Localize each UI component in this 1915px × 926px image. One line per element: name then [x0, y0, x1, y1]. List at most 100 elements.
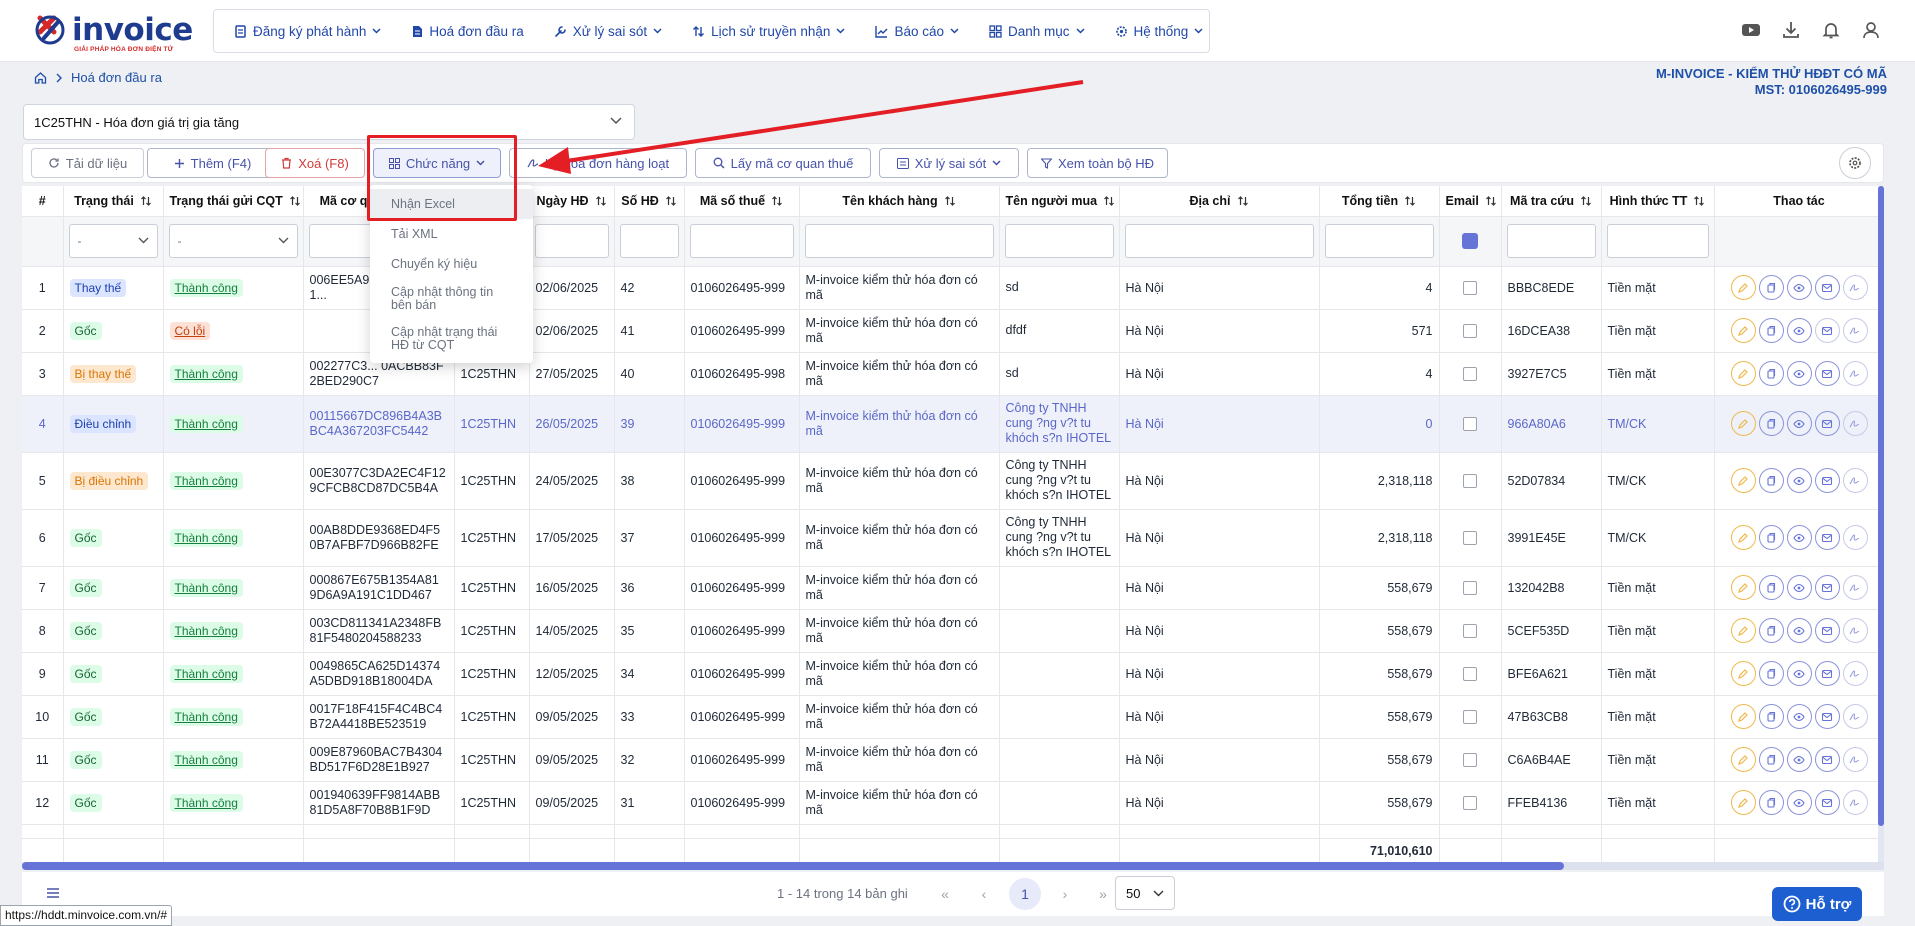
view-all-button[interactable]: Xem toàn bộ HĐ — [1027, 148, 1168, 178]
home-icon[interactable] — [34, 71, 47, 84]
horizontal-scroll-thumb[interactable] — [22, 862, 1564, 870]
copy-icon[interactable] — [1758, 618, 1784, 643]
customer-filter[interactable] — [804, 224, 994, 258]
edit-icon[interactable] — [1730, 468, 1756, 493]
email-checkbox[interactable] — [1463, 530, 1477, 545]
mail-icon[interactable] — [1814, 747, 1840, 772]
vertical-scrollbar[interactable] — [1878, 186, 1884, 862]
column-header[interactable]: Trạng thái — [63, 186, 164, 217]
nav-he-thong[interactable]: Hệ thống — [1115, 24, 1204, 39]
add-button[interactable]: Thêm (F4) — [147, 148, 278, 178]
sign-icon[interactable] — [1842, 361, 1868, 386]
copy-icon[interactable] — [1758, 747, 1784, 772]
breadcrumb-current[interactable]: Hoá đơn đầu ra — [71, 70, 162, 85]
email-filter-checkbox[interactable] — [1462, 233, 1478, 249]
sign-icon[interactable] — [1842, 411, 1868, 436]
table-row[interactable]: 8 Gốc Thành công 003CD811341A2348FB 81F5480… — [22, 609, 1884, 653]
table-row[interactable]: 2GốcCó lỗi1C25THN02/06/2025410106026495-… — [22, 309, 1884, 353]
column-header[interactable]: Thao tác — [1714, 186, 1884, 217]
payment-filter[interactable] — [1606, 224, 1709, 258]
cqt-status-badge[interactable]: Thành công — [169, 578, 243, 597]
view-icon[interactable] — [1786, 361, 1812, 386]
column-header[interactable]: Tên khách hàng — [799, 186, 1000, 217]
table-row[interactable]: 5 Bị điều chỉnh Thành công 00E3077C3DA2EC4F… — [22, 452, 1884, 510]
vertical-scroll-thumb[interactable] — [1878, 186, 1884, 826]
sign-icon[interactable] — [1842, 618, 1868, 643]
view-icon[interactable] — [1786, 525, 1812, 550]
email-checkbox[interactable] — [1463, 280, 1477, 295]
nav-bao-cao[interactable]: Báo cáo — [875, 24, 959, 39]
view-icon[interactable] — [1786, 790, 1812, 815]
cqt-status-badge[interactable]: Thành công — [169, 364, 243, 383]
cqt-status-badge[interactable]: Thành công — [169, 471, 243, 490]
tax-id-filter[interactable] — [689, 224, 794, 258]
page-size-select[interactable]: 50 — [1115, 876, 1175, 910]
table-row[interactable]: 9 Gốc Thành công 0049865CA625D14374 A5DBD91… — [22, 652, 1884, 696]
cqt-status-badge[interactable]: Có lỗi — [169, 321, 211, 340]
error-handling-button[interactable]: Xử lý sai sót — [879, 148, 1019, 178]
sign-icon[interactable] — [1842, 661, 1868, 686]
email-checkbox[interactable] — [1463, 709, 1477, 724]
email-checkbox[interactable] — [1463, 416, 1477, 431]
menu-icon[interactable] — [46, 887, 60, 899]
column-header[interactable]: Địa chỉ — [1119, 186, 1320, 217]
edit-icon[interactable] — [1730, 704, 1756, 729]
email-checkbox[interactable] — [1463, 795, 1477, 810]
page-button-current[interactable]: 1 — [1009, 878, 1041, 910]
copy-icon[interactable] — [1758, 468, 1784, 493]
sign-icon[interactable] — [1842, 704, 1868, 729]
number-filter[interactable] — [619, 224, 679, 258]
mail-icon[interactable] — [1814, 275, 1840, 300]
sign-icon[interactable] — [1842, 525, 1868, 550]
sign-icon[interactable] — [1842, 468, 1868, 493]
status-filter[interactable]: - — [68, 224, 158, 258]
cqt-status-badge[interactable]: Thành công — [169, 414, 243, 433]
invoice-series-select[interactable]: 1C25THN - Hóa đơn giá trị gia tăng — [23, 104, 635, 140]
cqt-status-badge[interactable]: Thành công — [169, 707, 243, 726]
mail-icon[interactable] — [1814, 411, 1840, 436]
edit-icon[interactable] — [1730, 575, 1756, 600]
horizontal-scrollbar[interactable] — [22, 862, 1884, 870]
mail-icon[interactable] — [1814, 790, 1840, 815]
sort-icon[interactable] — [1237, 195, 1249, 207]
date-filter[interactable] — [534, 224, 609, 258]
column-header[interactable]: Hình thức TT — [1601, 186, 1715, 217]
cqt-status-badge[interactable]: Thành công — [169, 528, 243, 547]
copy-icon[interactable] — [1758, 525, 1784, 550]
view-icon[interactable] — [1786, 411, 1812, 436]
cqt-status-badge[interactable]: Thành công — [169, 793, 243, 812]
column-header[interactable]: Số HĐ — [614, 186, 685, 217]
menu-item-update-seller[interactable]: Cập nhật thông tin bên bán — [370, 279, 533, 319]
copy-icon[interactable] — [1758, 575, 1784, 600]
table-row[interactable]: 12 Gốc Thành công 001940639FF9814ABB 81D5A8… — [22, 781, 1884, 825]
total-filter[interactable] — [1324, 224, 1434, 258]
cqt-status-filter[interactable]: - — [168, 224, 298, 258]
mail-icon[interactable] — [1814, 575, 1840, 600]
sign-icon[interactable] — [1842, 318, 1868, 343]
view-icon[interactable] — [1786, 575, 1812, 600]
edit-icon[interactable] — [1730, 790, 1756, 815]
mail-icon[interactable] — [1814, 525, 1840, 550]
nav-xu-ly-sai-sot[interactable]: Xử lý sai sót — [554, 24, 662, 39]
prev-page-button[interactable]: ‹ — [968, 878, 1000, 910]
edit-icon[interactable] — [1730, 661, 1756, 686]
sort-icon[interactable] — [944, 195, 956, 207]
cqt-status-badge[interactable]: Thành công — [169, 750, 243, 769]
bell-icon[interactable] — [1821, 20, 1841, 40]
edit-icon[interactable] — [1730, 525, 1756, 550]
column-header[interactable]: Ngày HĐ — [529, 186, 615, 217]
cqt-status-badge[interactable]: Thành công — [169, 664, 243, 683]
mail-icon[interactable] — [1814, 618, 1840, 643]
youtube-icon[interactable] — [1741, 20, 1761, 40]
nav-danh-muc[interactable]: Danh mục — [989, 24, 1085, 39]
lookup-filter[interactable] — [1506, 224, 1596, 258]
get-tax-code-button[interactable]: Lấy mã cơ quan thuế — [695, 148, 871, 178]
cqt-status-badge[interactable]: Thành công — [169, 621, 243, 640]
sort-icon[interactable] — [771, 195, 783, 207]
email-checkbox[interactable] — [1463, 580, 1477, 595]
edit-icon[interactable] — [1730, 411, 1756, 436]
column-header[interactable]: Mã số thuế — [684, 186, 800, 217]
bulk-sign-button[interactable]: Ký hóa đơn hàng loạt — [509, 148, 687, 178]
copy-icon[interactable] — [1758, 318, 1784, 343]
sort-icon[interactable] — [289, 195, 301, 207]
